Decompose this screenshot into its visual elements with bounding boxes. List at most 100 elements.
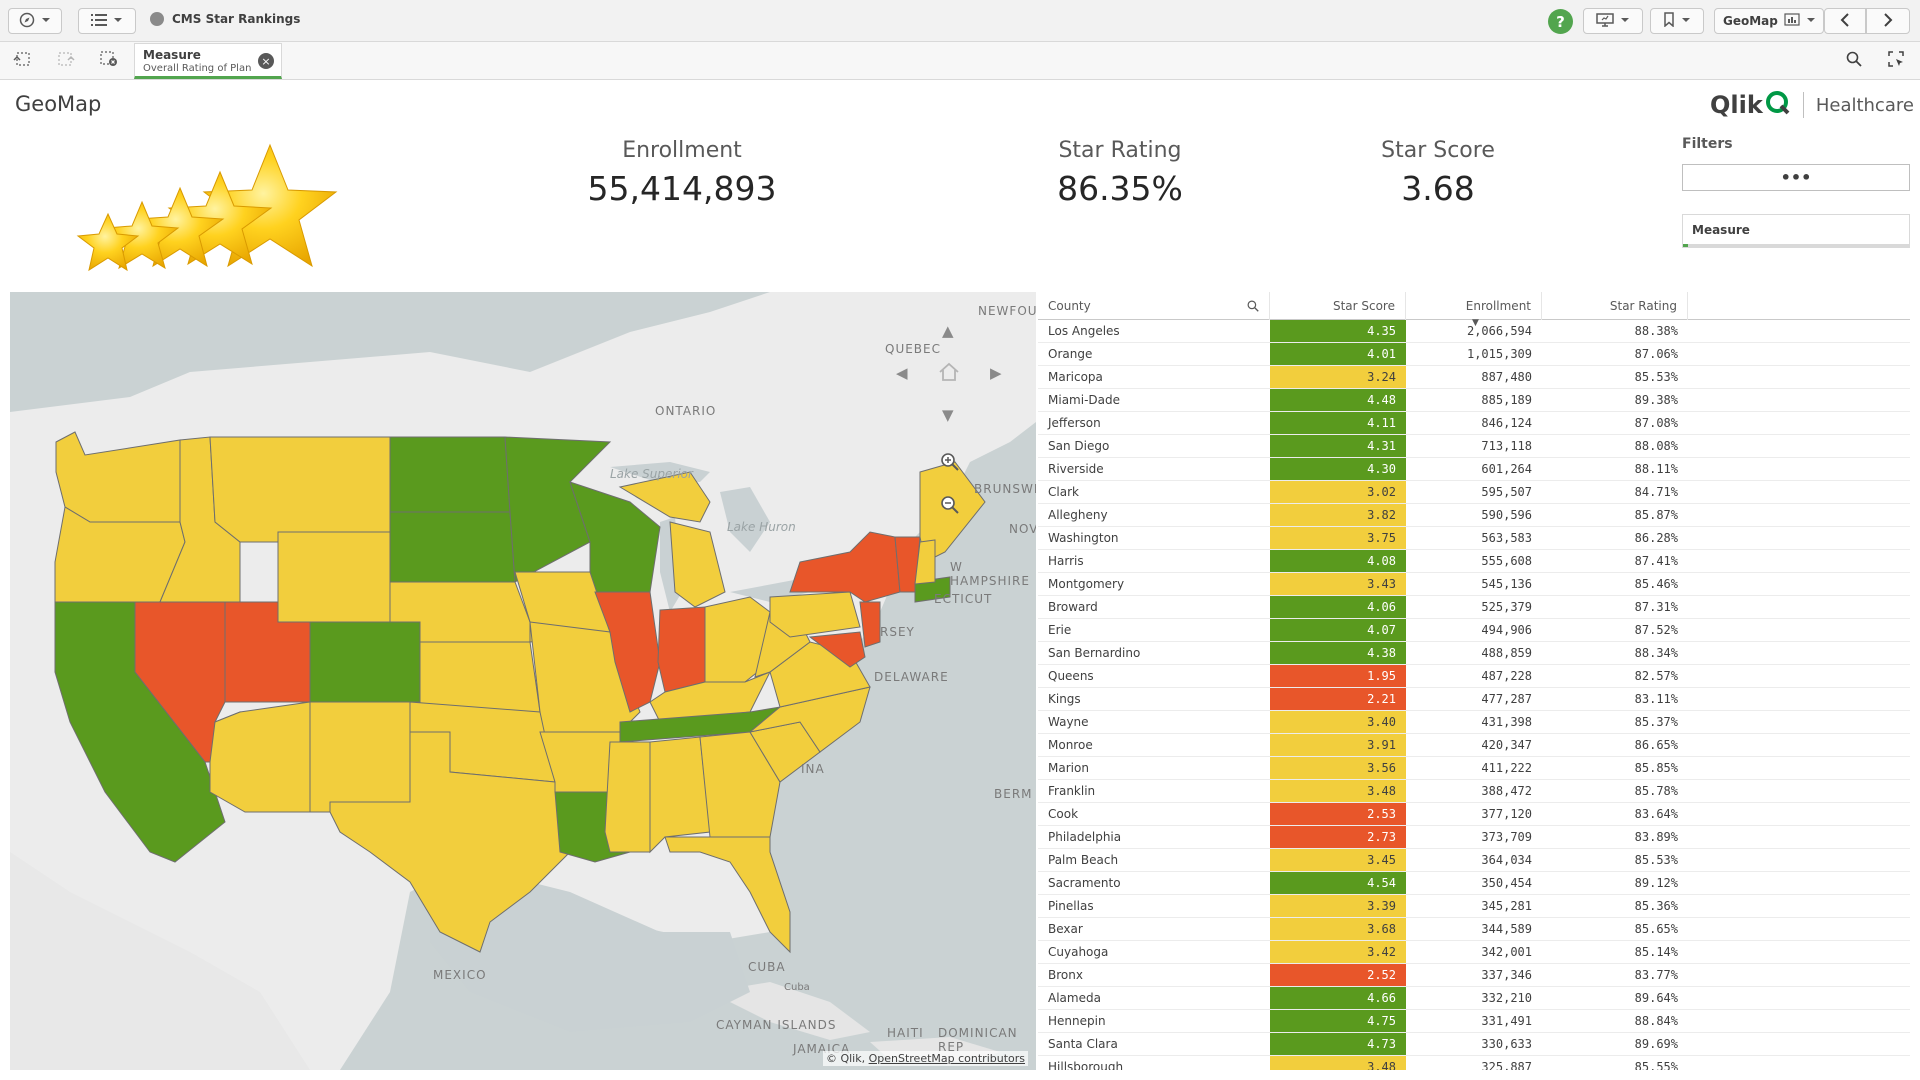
table-row[interactable]: Marion 3.56 411,222 85.85% [1038, 757, 1910, 780]
county-cell[interactable]: Wayne [1038, 711, 1270, 733]
table-row[interactable]: Washington 3.75 563,583 86.28% [1038, 527, 1910, 550]
search-button[interactable] [1842, 50, 1866, 72]
table-row[interactable]: Hennepin 4.75 331,491 88.84% [1038, 1010, 1910, 1033]
county-cell[interactable]: Monroe [1038, 734, 1270, 756]
county-cell[interactable]: Marion [1038, 757, 1270, 779]
table-row[interactable]: Harris 4.08 555,608 87.41% [1038, 550, 1910, 573]
table-row[interactable]: Cuyahoga 3.42 342,001 85.14% [1038, 941, 1910, 964]
sheet-selector-button[interactable]: GeoMap [1714, 8, 1824, 34]
bookmarks-button[interactable] [1650, 8, 1704, 34]
filter-measure[interactable]: Measure [1682, 214, 1910, 248]
step-forward-button[interactable] [54, 50, 78, 72]
step-back-button[interactable] [10, 50, 34, 72]
pan-down-button[interactable]: ▼ [942, 406, 954, 424]
county-cell[interactable]: Bexar [1038, 918, 1270, 940]
state-mt[interactable] [209, 436, 391, 543]
clear-all-selections-button[interactable] [97, 50, 121, 72]
table-row[interactable]: Queens 1.95 487,228 82.57% [1038, 665, 1910, 688]
column-header-county[interactable]: County [1038, 292, 1270, 320]
county-cell[interactable]: San Diego [1038, 435, 1270, 457]
kpi-star-score[interactable]: Star Score 3.68 [1338, 138, 1538, 208]
table-row[interactable]: Maricopa 3.24 887,480 85.53% [1038, 366, 1910, 389]
navigation-menu-button[interactable] [8, 8, 62, 34]
clear-selection-icon[interactable]: × [258, 53, 274, 69]
state-wa[interactable] [55, 431, 181, 523]
previous-sheet-button[interactable] [1824, 8, 1866, 34]
pan-up-button[interactable]: ▲ [942, 322, 954, 340]
table-row[interactable]: Franklin 3.48 388,472 85.78% [1038, 780, 1910, 803]
state-nj[interactable] [859, 601, 881, 648]
column-header-star-rating[interactable]: Star Rating [1542, 292, 1688, 320]
osm-link[interactable]: OpenStreetMap contributors [869, 1052, 1025, 1065]
storytelling-button[interactable] [1583, 8, 1643, 34]
state-fl[interactable] [664, 836, 791, 954]
county-cell[interactable]: Washington [1038, 527, 1270, 549]
kpi-enrollment[interactable]: Enrollment 55,414,893 [582, 138, 782, 208]
table-row[interactable]: Pinellas 3.39 345,281 85.36% [1038, 895, 1910, 918]
county-cell[interactable]: Hillsborough [1038, 1056, 1270, 1070]
county-cell[interactable]: Pinellas [1038, 895, 1270, 917]
county-cell[interactable]: Allegheny [1038, 504, 1270, 526]
table-row[interactable]: Clark 3.02 595,507 84.71% [1038, 481, 1910, 504]
table-row[interactable]: Alameda 4.66 332,210 89.64% [1038, 987, 1910, 1010]
geo-map[interactable]: QUEBEC ONTARIO Lake Superior Lake Huron … [10, 292, 1036, 1070]
state-nd[interactable] [389, 436, 511, 513]
table-row[interactable]: Monroe 3.91 420,347 86.65% [1038, 734, 1910, 757]
county-cell[interactable]: Hennepin [1038, 1010, 1270, 1032]
county-cell[interactable]: Erie [1038, 619, 1270, 641]
county-cell[interactable]: Cuyahoga [1038, 941, 1270, 963]
county-cell[interactable]: Riverside [1038, 458, 1270, 480]
state-ks[interactable] [419, 641, 541, 713]
filter-more-button[interactable]: ••• [1682, 164, 1910, 191]
state-al[interactable] [649, 736, 711, 854]
county-cell[interactable]: Sacramento [1038, 872, 1270, 894]
state-pa[interactable] [769, 591, 861, 638]
table-row[interactable]: Montgomery 3.43 545,136 85.46% [1038, 573, 1910, 596]
county-cell[interactable]: Palm Beach [1038, 849, 1270, 871]
table-row[interactable]: Bronx 2.52 337,346 83.77% [1038, 964, 1910, 987]
table-row[interactable]: Orange 4.01 1,015,309 87.06% [1038, 343, 1910, 366]
county-cell[interactable]: Alameda [1038, 987, 1270, 1009]
county-cell[interactable]: Philadelphia [1038, 826, 1270, 848]
table-row[interactable]: Kings 2.21 477,287 83.11% [1038, 688, 1910, 711]
next-sheet-button[interactable] [1866, 8, 1910, 34]
zoom-in-button[interactable] [940, 452, 960, 476]
table-row[interactable]: Santa Clara 4.73 330,633 89.69% [1038, 1033, 1910, 1056]
help-button[interactable]: ? [1548, 9, 1573, 34]
county-cell[interactable]: Cook [1038, 803, 1270, 825]
zoom-out-button[interactable] [940, 495, 960, 519]
county-cell[interactable]: Montgomery [1038, 573, 1270, 595]
kpi-star-rating[interactable]: Star Rating 86.35% [1020, 138, 1220, 208]
table-row[interactable]: Riverside 4.30 601,264 88.11% [1038, 458, 1910, 481]
state-co[interactable] [309, 621, 421, 703]
column-header-star-score[interactable]: Star Score [1270, 292, 1406, 320]
table-row[interactable]: Bexar 3.68 344,589 85.65% [1038, 918, 1910, 941]
state-ny[interactable] [789, 531, 901, 603]
table-row[interactable]: Palm Beach 3.45 364,034 85.53% [1038, 849, 1910, 872]
state-az[interactable] [209, 701, 311, 813]
table-row[interactable]: San Bernardino 4.38 488,859 88.34% [1038, 642, 1910, 665]
county-cell[interactable]: San Bernardino [1038, 642, 1270, 664]
state-in[interactable] [657, 606, 706, 693]
table-row[interactable]: Wayne 3.40 431,398 85.37% [1038, 711, 1910, 734]
table-row[interactable]: Los Angeles 4.35 2,066,594 88.38% [1038, 320, 1910, 343]
pan-left-button[interactable]: ◀ [896, 364, 908, 382]
search-icon[interactable] [1247, 294, 1259, 322]
table-row[interactable]: Allegheny 3.82 590,596 85.87% [1038, 504, 1910, 527]
county-cell[interactable]: Kings [1038, 688, 1270, 710]
county-cell[interactable]: Bronx [1038, 964, 1270, 986]
selection-chip-measure[interactable]: Measure Overall Rating of Plan × [134, 43, 282, 79]
table-row[interactable]: Hillsborough 3.48 325,887 85.55% [1038, 1056, 1910, 1070]
state-sd[interactable] [389, 511, 516, 583]
county-cell[interactable]: Orange [1038, 343, 1270, 365]
county-cell[interactable]: Jefferson [1038, 412, 1270, 434]
table-row[interactable]: San Diego 4.31 713,118 88.08% [1038, 435, 1910, 458]
state-nm[interactable] [309, 701, 411, 813]
county-cell[interactable]: Miami-Dade [1038, 389, 1270, 411]
pan-right-button[interactable]: ▶ [990, 364, 1002, 382]
state-ms[interactable] [604, 741, 651, 853]
table-row[interactable]: Broward 4.06 525,379 87.31% [1038, 596, 1910, 619]
state-wy[interactable] [277, 531, 391, 623]
county-cell[interactable]: Clark [1038, 481, 1270, 503]
smart-search-button[interactable] [1884, 50, 1908, 72]
